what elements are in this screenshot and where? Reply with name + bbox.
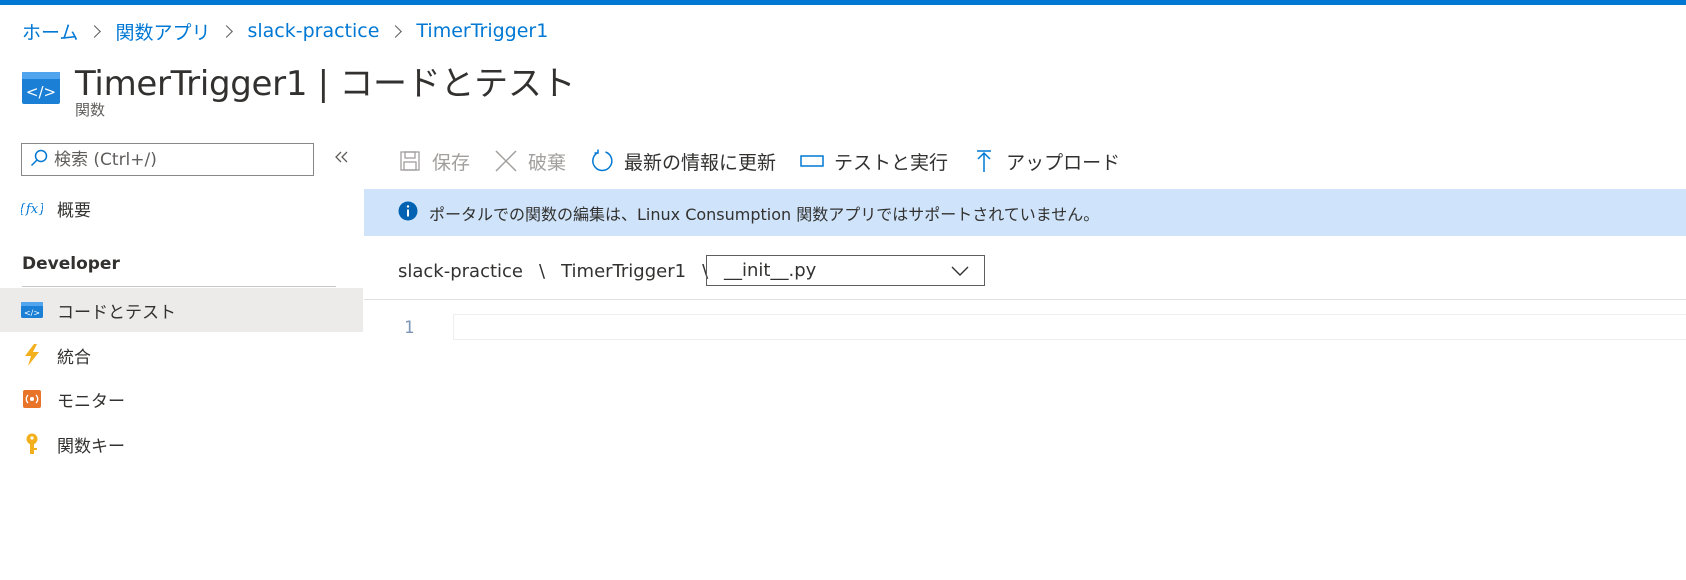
top-accent-bar — [0, 0, 1686, 5]
path-function: TimerTrigger1 — [561, 260, 687, 282]
svg-text:{fx}: {fx} — [21, 202, 43, 217]
discard-button[interactable]: 破棄 — [494, 148, 566, 175]
sidebar-item-label: 概要 — [57, 200, 91, 221]
save-button[interactable]: 保存 — [398, 148, 470, 175]
search-input[interactable] — [54, 149, 304, 170]
code-icon: </> — [21, 299, 43, 321]
discard-label: 破棄 — [528, 151, 567, 174]
breadcrumb-function[interactable]: TimerTrigger1 — [416, 20, 548, 42]
sidebar-item-integration[interactable]: 統合 — [0, 333, 363, 377]
sidebar-item-label: 関数キー — [57, 436, 125, 457]
upload-button[interactable]: アップロード — [972, 148, 1120, 175]
breadcrumb: ホーム 関数アプリ slack-practice TimerTrigger1 — [22, 18, 548, 44]
search-icon — [30, 149, 48, 171]
path-app: slack-practice — [398, 260, 524, 282]
divider — [22, 286, 336, 287]
upload-icon — [972, 149, 996, 173]
close-icon — [494, 149, 518, 173]
double-chevron-left-icon — [334, 149, 350, 169]
file-select-dropdown[interactable]: __init__.py — [706, 255, 985, 286]
upload-label: アップロード — [1006, 151, 1121, 174]
refresh-button[interactable]: 最新の情報に更新 — [590, 148, 776, 175]
svg-text:</>: </> — [24, 309, 40, 318]
page-title: TimerTrigger1 | コードとテスト — [75, 64, 576, 104]
info-banner: ポータルでの関数の編集は、Linux Consumption 関数アプリではサポ… — [364, 189, 1686, 236]
sidebar-item-label: 統合 — [57, 347, 91, 368]
chevron-right-icon — [88, 24, 102, 38]
sidebar-item-label: コードとテスト — [57, 302, 176, 323]
test-run-label: テストと実行 — [834, 151, 949, 174]
chevron-right-icon — [389, 24, 403, 38]
path-separator: \ — [539, 260, 546, 282]
save-label: 保存 — [432, 151, 471, 174]
chevron-right-icon — [220, 24, 234, 38]
monitor-icon — [21, 388, 43, 410]
svg-text:</>: </> — [26, 83, 56, 101]
breadcrumb-app[interactable]: slack-practice — [247, 20, 379, 42]
save-icon — [398, 149, 422, 173]
refresh-label: 最新の情報に更新 — [624, 151, 777, 174]
section-heading-developer: Developer — [22, 254, 120, 274]
line-number: 1 — [404, 318, 415, 338]
code-function-icon: </> — [22, 72, 60, 104]
selected-file: __init__.py — [724, 260, 817, 281]
sidebar-item-label: モニター — [57, 391, 125, 412]
function-fx-icon: {fx} — [21, 197, 43, 219]
test-run-icon — [800, 149, 824, 173]
page-subtitle: 関数 — [75, 101, 106, 119]
lightning-icon — [21, 344, 43, 366]
divider — [364, 299, 1686, 300]
breadcrumb-home[interactable]: ホーム — [22, 18, 78, 45]
sidebar-item-function-keys[interactable]: 関数キー — [0, 422, 363, 466]
info-icon — [398, 201, 418, 225]
test-run-button[interactable]: テストと実行 — [800, 148, 948, 175]
code-editor-line[interactable] — [453, 314, 1686, 340]
sidebar-search — [21, 143, 314, 176]
info-banner-message: ポータルでの関数の編集は、Linux Consumption 関数アプリではサポ… — [429, 204, 1100, 224]
sidebar-item-code-test[interactable]: </> コードとテスト — [0, 288, 363, 332]
refresh-icon — [590, 149, 614, 173]
command-toolbar: 保存 破棄 最新の情報に更新 テストと実行 アップロード — [398, 143, 1144, 179]
file-path: slack-practice \ TimerTrigger1 \ — [398, 256, 724, 286]
key-icon — [21, 433, 43, 455]
sidebar-item-overview[interactable]: {fx} 概要 — [0, 186, 363, 230]
chevron-down-icon — [950, 261, 970, 281]
collapse-sidebar-button[interactable] — [330, 146, 354, 172]
breadcrumb-function-apps[interactable]: 関数アプリ — [115, 18, 210, 45]
sidebar-item-monitor[interactable]: モニター — [0, 377, 363, 421]
